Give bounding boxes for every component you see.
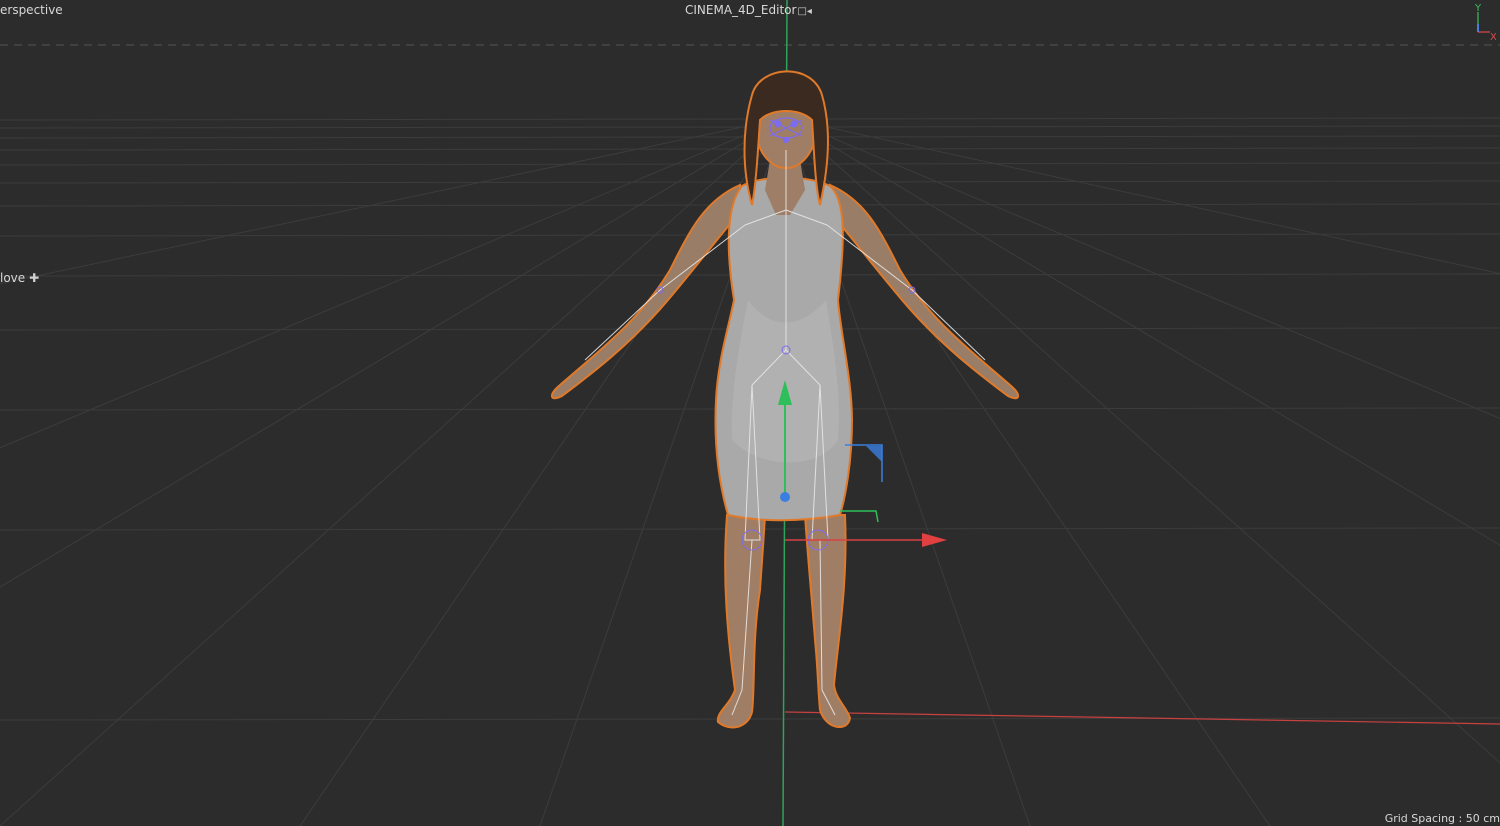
- grid-spacing-label: Grid Spacing : 50 cm: [1384, 812, 1500, 825]
- viewport-perspective[interactable]: erspective CINEMA_4D_Editor□◂ love ✚ Grid…: [0, 0, 1500, 826]
- scene-canvas[interactable]: [0, 0, 1500, 826]
- view-name-label[interactable]: erspective: [0, 3, 63, 17]
- gizmo-y-label: Y: [1474, 3, 1482, 14]
- camera-name: CINEMA_4D_Editor: [685, 3, 797, 17]
- camera-icon: □◂: [797, 6, 812, 17]
- move-x-arrow: [922, 533, 947, 547]
- move-z-handle: [780, 492, 790, 502]
- gizmo-x-label: X: [1490, 32, 1496, 42]
- move-icon: ✚: [29, 271, 40, 285]
- active-tool-label: love ✚: [0, 271, 39, 285]
- axis-gizmo: Y X: [1474, 3, 1496, 42]
- camera-menu[interactable]: CINEMA_4D_Editor□◂: [685, 3, 812, 19]
- tool-name: love: [0, 271, 26, 285]
